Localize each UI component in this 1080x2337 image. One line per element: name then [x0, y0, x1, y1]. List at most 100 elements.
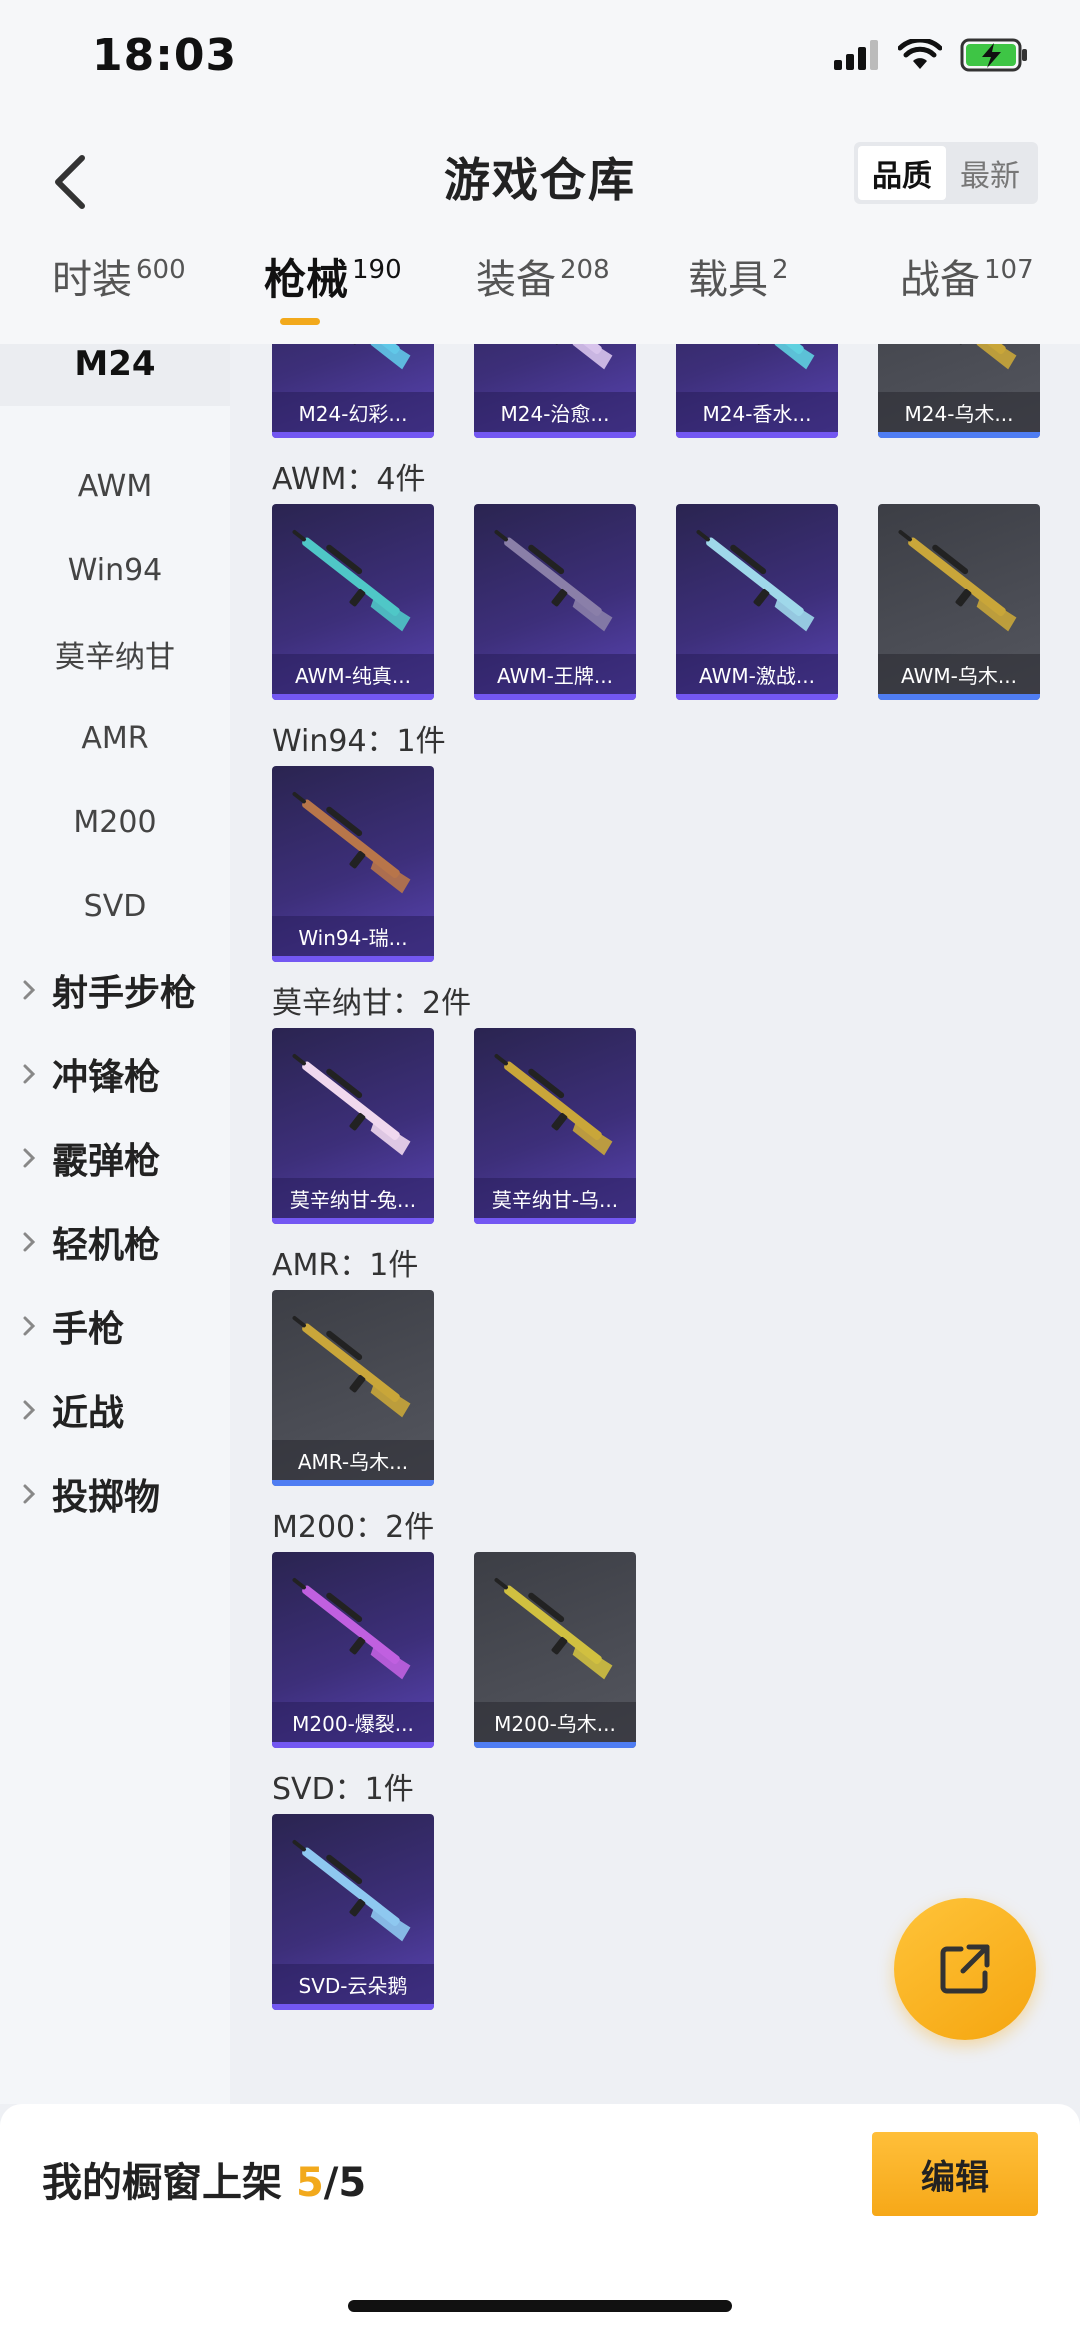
- tab-vehicles[interactable]: 载具 2: [688, 252, 789, 344]
- sidebar-group-label: 霰弹枪: [52, 1141, 161, 1182]
- sidebar-item-awm[interactable]: AWM: [0, 444, 230, 528]
- chevron-right-icon: [22, 1147, 44, 1169]
- section-title: 莫辛纳甘：2件: [272, 986, 472, 1021]
- rifle-icon: [706, 344, 815, 370]
- showcase-status: 我的橱窗上架 5/5: [42, 2150, 366, 2208]
- weapon-skin-card[interactable]: M24-幻彩...: [272, 344, 434, 438]
- quality-bar: [676, 432, 838, 438]
- tab-count: 107: [984, 255, 1034, 285]
- sidebar-group-melee[interactable]: 近战: [0, 1368, 230, 1452]
- tab-count: 600: [136, 255, 186, 285]
- tab-count: 208: [560, 255, 610, 285]
- chevron-right-icon: [22, 1315, 44, 1337]
- sidebar-group-label: 轻机枪: [52, 1225, 161, 1266]
- tab-guns[interactable]: 枪械 190: [264, 252, 402, 344]
- quality-bar: [878, 432, 1040, 438]
- weapon-skin-card[interactable]: AMR-乌木...: [272, 1290, 434, 1486]
- weapon-skin-card[interactable]: M200-乌木...: [474, 1552, 636, 1748]
- weapon-skin-name: AWM-纯真...: [272, 654, 434, 694]
- weapon-skin-name: AWM-激战...: [676, 654, 838, 694]
- weapon-skin-card[interactable]: AWM-王牌...: [474, 504, 636, 700]
- share-button[interactable]: [894, 1898, 1036, 2040]
- sort-newest-option[interactable]: 最新: [946, 146, 1034, 200]
- sidebar-item-win94[interactable]: Win94: [0, 528, 230, 612]
- status-bar: 18:03: [0, 0, 1080, 120]
- sort-quality-option[interactable]: 品质: [858, 146, 946, 200]
- quality-bar: [474, 694, 636, 700]
- sidebar-item-amr[interactable]: AMR: [0, 696, 230, 780]
- rifle-icon: [494, 1578, 613, 1680]
- weapon-skin-card[interactable]: M24-乌木...: [878, 344, 1040, 438]
- rifle-icon: [908, 344, 1017, 370]
- rifle-icon: [696, 530, 815, 632]
- weapon-sidebar: M24 AWM Win94 莫辛纳甘 AMR M200 SVD 射手步枪 冲锋枪…: [0, 344, 230, 2104]
- sidebar-group-label: 近战: [52, 1393, 125, 1434]
- sidebar-group-label: 射手步枪: [52, 973, 197, 1014]
- section-title: AMR：1件: [272, 1248, 419, 1283]
- weapon-skin-card[interactable]: AWM-纯真...: [272, 504, 434, 700]
- weapon-skin-card[interactable]: 莫辛纳甘-兔...: [272, 1028, 434, 1224]
- sidebar-group-label: 冲锋枪: [52, 1057, 161, 1098]
- weapon-skin-name: M200-爆裂...: [272, 1702, 434, 1742]
- weapon-skin-card[interactable]: AWM-激战...: [676, 504, 838, 700]
- sidebar-item-mosin[interactable]: 莫辛纳甘: [0, 612, 230, 696]
- quality-bar: [272, 432, 434, 438]
- tab-supplies[interactable]: 战备 107: [900, 252, 1034, 344]
- home-indicator: [348, 2300, 732, 2312]
- sidebar-item-svd[interactable]: SVD: [0, 864, 230, 948]
- quality-bar: [272, 1218, 434, 1224]
- section-title: SVD：1件: [272, 1772, 414, 1807]
- weapon-skin-card[interactable]: AWM-乌木...: [878, 504, 1040, 700]
- chevron-right-icon: [22, 1063, 44, 1085]
- tab-fashion[interactable]: 时装 600: [52, 252, 186, 344]
- sidebar-group-lmg[interactable]: 轻机枪: [0, 1200, 230, 1284]
- sidebar-item-m24[interactable]: M24: [0, 344, 230, 406]
- rifle-icon: [898, 530, 1017, 632]
- rifle-icon: [292, 530, 411, 632]
- tab-count: 190: [352, 255, 402, 285]
- sort-toggle[interactable]: 品质 最新: [854, 142, 1038, 204]
- quality-bar: [272, 956, 434, 962]
- weapon-skin-name: AMR-乌木...: [272, 1440, 434, 1480]
- tab-label: 枪械: [264, 255, 349, 304]
- weapon-skin-name: M24-治愈...: [474, 392, 636, 432]
- edit-button[interactable]: 编辑: [872, 2132, 1038, 2216]
- weapon-skin-card[interactable]: M24-香水...: [676, 344, 838, 438]
- weapon-skin-name: 莫辛纳甘-乌...: [474, 1178, 636, 1218]
- sidebar-item-m200[interactable]: M200: [0, 780, 230, 864]
- rifle-icon: [292, 1840, 411, 1942]
- chevron-right-icon: [22, 979, 44, 1001]
- quality-bar: [272, 1480, 434, 1486]
- quality-bar: [272, 1742, 434, 1748]
- section-title: M200：2件: [272, 1510, 435, 1545]
- weapon-skin-name: 莫辛纳甘-兔...: [272, 1178, 434, 1218]
- showcase-label: 我的橱窗上架: [42, 2160, 282, 2206]
- status-icons: [834, 38, 1028, 72]
- weapon-skin-name: M24-幻彩...: [272, 392, 434, 432]
- sidebar-group-marksman[interactable]: 射手步枪: [0, 948, 230, 1032]
- tab-label: 时装: [52, 257, 132, 303]
- weapon-skin-card[interactable]: 莫辛纳甘-乌...: [474, 1028, 636, 1224]
- weapon-skin-card[interactable]: M200-爆裂...: [272, 1552, 434, 1748]
- weapon-grid: M24-幻彩... M24-治愈... M24-香水... M24-乌木... AWM：…: [230, 344, 1080, 2104]
- sidebar-group-label: 手枪: [52, 1309, 125, 1350]
- rifle-icon: [504, 344, 613, 370]
- sidebar-group-pistol[interactable]: 手枪: [0, 1284, 230, 1368]
- showcase-count: 5: [295, 2160, 324, 2206]
- tab-label: 载具: [688, 257, 768, 303]
- showcase-total: /5: [323, 2160, 367, 2206]
- weapon-skin-name: SVD-云朵鹅: [272, 1964, 434, 2004]
- sidebar-group-throwable[interactable]: 投掷物: [0, 1452, 230, 1536]
- tab-equipment[interactable]: 装备 208: [476, 252, 610, 344]
- sidebar-group-smg[interactable]: 冲锋枪: [0, 1032, 230, 1116]
- weapon-skin-name: Win94-瑞...: [272, 916, 434, 956]
- rifle-icon: [292, 1578, 411, 1680]
- weapon-skin-card[interactable]: M24-治愈...: [474, 344, 636, 438]
- weapon-skin-card[interactable]: SVD-云朵鹅: [272, 1814, 434, 2010]
- weapon-skin-name: AWM-王牌...: [474, 654, 636, 694]
- sidebar-group-shotgun[interactable]: 霰弹枪: [0, 1116, 230, 1200]
- chevron-right-icon: [22, 1483, 44, 1505]
- category-tabs: 时装 600 枪械 190 装备 208 载具 2 战备 107: [0, 252, 1080, 344]
- weapon-skin-card[interactable]: Win94-瑞...: [272, 766, 434, 962]
- active-tab-indicator: [280, 318, 320, 325]
